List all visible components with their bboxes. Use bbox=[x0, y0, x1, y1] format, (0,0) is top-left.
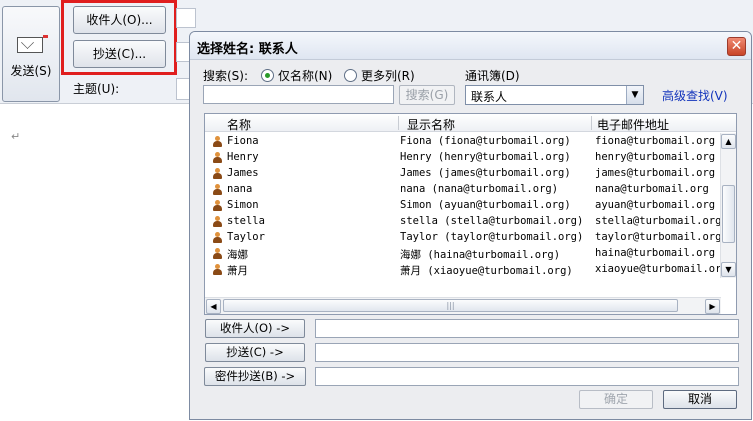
column-divider[interactable] bbox=[398, 116, 399, 130]
to-button[interactable]: 收件人(O)... bbox=[73, 6, 166, 34]
search-button[interactable]: 搜索(G) bbox=[399, 85, 455, 105]
select-names-dialog: 选择姓名: 联系人 ✕ 搜索(S): 仅名称(N) 更多列(R) 通讯簿(D) … bbox=[189, 31, 752, 420]
ok-button[interactable]: 确定 bbox=[579, 390, 653, 409]
contact-display-name: stella (stella@turbomail.org) bbox=[400, 215, 584, 227]
addressbook-label: 通讯簿(D) bbox=[465, 69, 520, 83]
contact-email: ayuan@turbomail.org bbox=[595, 199, 716, 211]
contact-name: nana bbox=[227, 183, 253, 195]
scroll-left-icon[interactable]: ◀ bbox=[206, 299, 221, 314]
contact-row[interactable]: Simon Simon (ayuan@turbomail.org) ayuan@tu… bbox=[205, 198, 721, 214]
body-paragraph-mark: ↵ bbox=[11, 130, 21, 143]
add-bcc-button[interactable]: 密件抄送(B) -> bbox=[204, 367, 306, 386]
contact-display-name: James (james@turbomail.org) bbox=[400, 167, 571, 179]
search-input[interactable] bbox=[203, 85, 394, 104]
radio-name-only[interactable]: 仅名称(N) bbox=[261, 67, 332, 84]
contact-row[interactable]: James James (james@turbomail.org) james@tu… bbox=[205, 166, 721, 182]
scroll-thumb[interactable]: ||| bbox=[223, 299, 678, 312]
contact-icon bbox=[212, 168, 222, 180]
radio-name-only-label: 仅名称(N) bbox=[278, 69, 333, 83]
contact-display-name: 萧月 (xiaoyue@turbomail.org) bbox=[400, 265, 573, 277]
cc-button[interactable]: 抄送(C)... bbox=[73, 40, 166, 68]
search-label: 搜索(S): bbox=[203, 69, 249, 83]
contact-row[interactable]: 海娜 海娜 (haina@turbomail.org) haina@turbomai… bbox=[205, 246, 721, 262]
chevron-down-icon[interactable]: ▼ bbox=[626, 86, 643, 104]
bcc-recipients-field[interactable] bbox=[315, 367, 739, 386]
contact-email: nana@turbomail.org bbox=[595, 183, 709, 195]
contact-row[interactable]: nana nana (nana@turbomail.org) nana@turbom… bbox=[205, 182, 721, 198]
contact-name: Fiona bbox=[227, 135, 259, 147]
contact-row[interactable]: 萧月 萧月 (xiaoyue@turbomail.org) xiaoyue@turb… bbox=[205, 262, 728, 278]
subject-label: 主题(U): bbox=[73, 82, 120, 96]
dialog-titlebar: 选择姓名: 联系人 ✕ bbox=[190, 32, 751, 60]
contact-name: stella bbox=[227, 215, 265, 227]
dialog-title: 选择姓名: 联系人 bbox=[197, 42, 298, 57]
horizontal-scrollbar[interactable]: ◀ ||| ▶ bbox=[205, 297, 721, 314]
contact-email: fiona@turbomail.org bbox=[595, 135, 716, 147]
contact-display-name: Simon (ayuan@turbomail.org) bbox=[400, 199, 571, 211]
send-envelope-icon bbox=[17, 35, 48, 53]
contact-rows: Fiona Fiona (fiona@turbomail.org) fiona@tu… bbox=[205, 134, 728, 278]
column-header-name[interactable]: 名称 bbox=[227, 116, 251, 133]
addressbook-value: 联系人 bbox=[471, 90, 508, 104]
contact-email: james@turbomail.org bbox=[595, 167, 716, 179]
contact-row[interactable]: Fiona Fiona (fiona@turbomail.org) fiona@tu… bbox=[205, 134, 721, 150]
contact-icon bbox=[212, 216, 222, 228]
list-header: 名称 显示名称 电子邮件地址 bbox=[205, 114, 736, 132]
column-header-display[interactable]: 显示名称 bbox=[407, 116, 455, 133]
contact-icon bbox=[212, 264, 222, 276]
contact-list: 名称 显示名称 电子邮件地址 Fiona Fiona (fiona@turboma… bbox=[204, 113, 737, 315]
contact-name: James bbox=[227, 167, 259, 179]
contact-row[interactable]: stella stella (stella@turbomail.org) stell… bbox=[205, 214, 721, 230]
contact-email: taylor@turbomail.org bbox=[595, 231, 722, 243]
contact-name: 萧月 bbox=[227, 265, 248, 277]
add-to-button[interactable]: 收件人(O) -> bbox=[205, 319, 305, 338]
contact-row[interactable]: Taylor Taylor (taylor@turbomail.org) taylo… bbox=[205, 230, 721, 246]
contact-icon bbox=[212, 232, 222, 244]
close-icon[interactable]: ✕ bbox=[727, 37, 746, 56]
contact-display-name: nana (nana@turbomail.org) bbox=[400, 183, 559, 195]
contact-email: haina@turbomail.org bbox=[595, 247, 716, 259]
advanced-search-link[interactable]: 高级查找(V) bbox=[662, 87, 728, 104]
contact-display-name: 海娜 (haina@turbomail.org) bbox=[400, 249, 561, 261]
contact-display-name: Fiona (fiona@turbomail.org) bbox=[400, 135, 571, 147]
cancel-button[interactable]: 取消 bbox=[663, 390, 737, 409]
send-button[interactable]: 发送(S) bbox=[2, 6, 60, 102]
contact-email: stella@turbomail.org bbox=[595, 215, 722, 227]
to-recipients-field[interactable] bbox=[315, 319, 739, 338]
scroll-right-icon[interactable]: ▶ bbox=[705, 299, 720, 314]
to-field[interactable] bbox=[176, 8, 196, 28]
contact-name: 海娜 bbox=[227, 249, 248, 261]
send-label: 发送(S) bbox=[10, 64, 52, 78]
contact-email: xiaoyue@turbomail.org bbox=[595, 263, 728, 275]
scroll-up-icon[interactable]: ▲ bbox=[721, 134, 736, 149]
cc-recipients-field[interactable] bbox=[315, 343, 739, 362]
radio-selected-icon bbox=[261, 69, 274, 82]
contact-display-name: Henry (henry@turbomail.org) bbox=[400, 151, 571, 163]
radio-more-columns-label: 更多列(R) bbox=[361, 69, 415, 83]
contact-display-name: Taylor (taylor@turbomail.org) bbox=[400, 231, 584, 243]
contact-name: Taylor bbox=[227, 231, 265, 243]
contact-icon bbox=[212, 184, 222, 196]
addressbook-select[interactable]: 联系人 ▼ bbox=[465, 85, 644, 105]
contact-name: Simon bbox=[227, 199, 259, 211]
radio-unselected-icon bbox=[344, 69, 357, 82]
contact-name: Henry bbox=[227, 151, 259, 163]
contact-icon bbox=[212, 248, 222, 260]
contact-email: henry@turbomail.org bbox=[595, 151, 716, 163]
radio-more-columns[interactable]: 更多列(R) bbox=[344, 67, 415, 84]
contact-icon bbox=[212, 136, 222, 148]
scroll-thumb[interactable] bbox=[722, 185, 735, 243]
scroll-down-icon[interactable]: ▼ bbox=[721, 262, 736, 277]
add-cc-button[interactable]: 抄送(C) -> bbox=[205, 343, 305, 362]
contact-row[interactable]: Henry Henry (henry@turbomail.org) henry@tu… bbox=[205, 150, 721, 166]
contact-icon bbox=[212, 200, 222, 212]
vertical-scrollbar[interactable]: ▲ ▼ bbox=[720, 133, 736, 278]
contact-icon bbox=[212, 152, 222, 164]
column-divider[interactable] bbox=[591, 116, 592, 130]
column-header-email[interactable]: 电子邮件地址 bbox=[597, 116, 669, 133]
